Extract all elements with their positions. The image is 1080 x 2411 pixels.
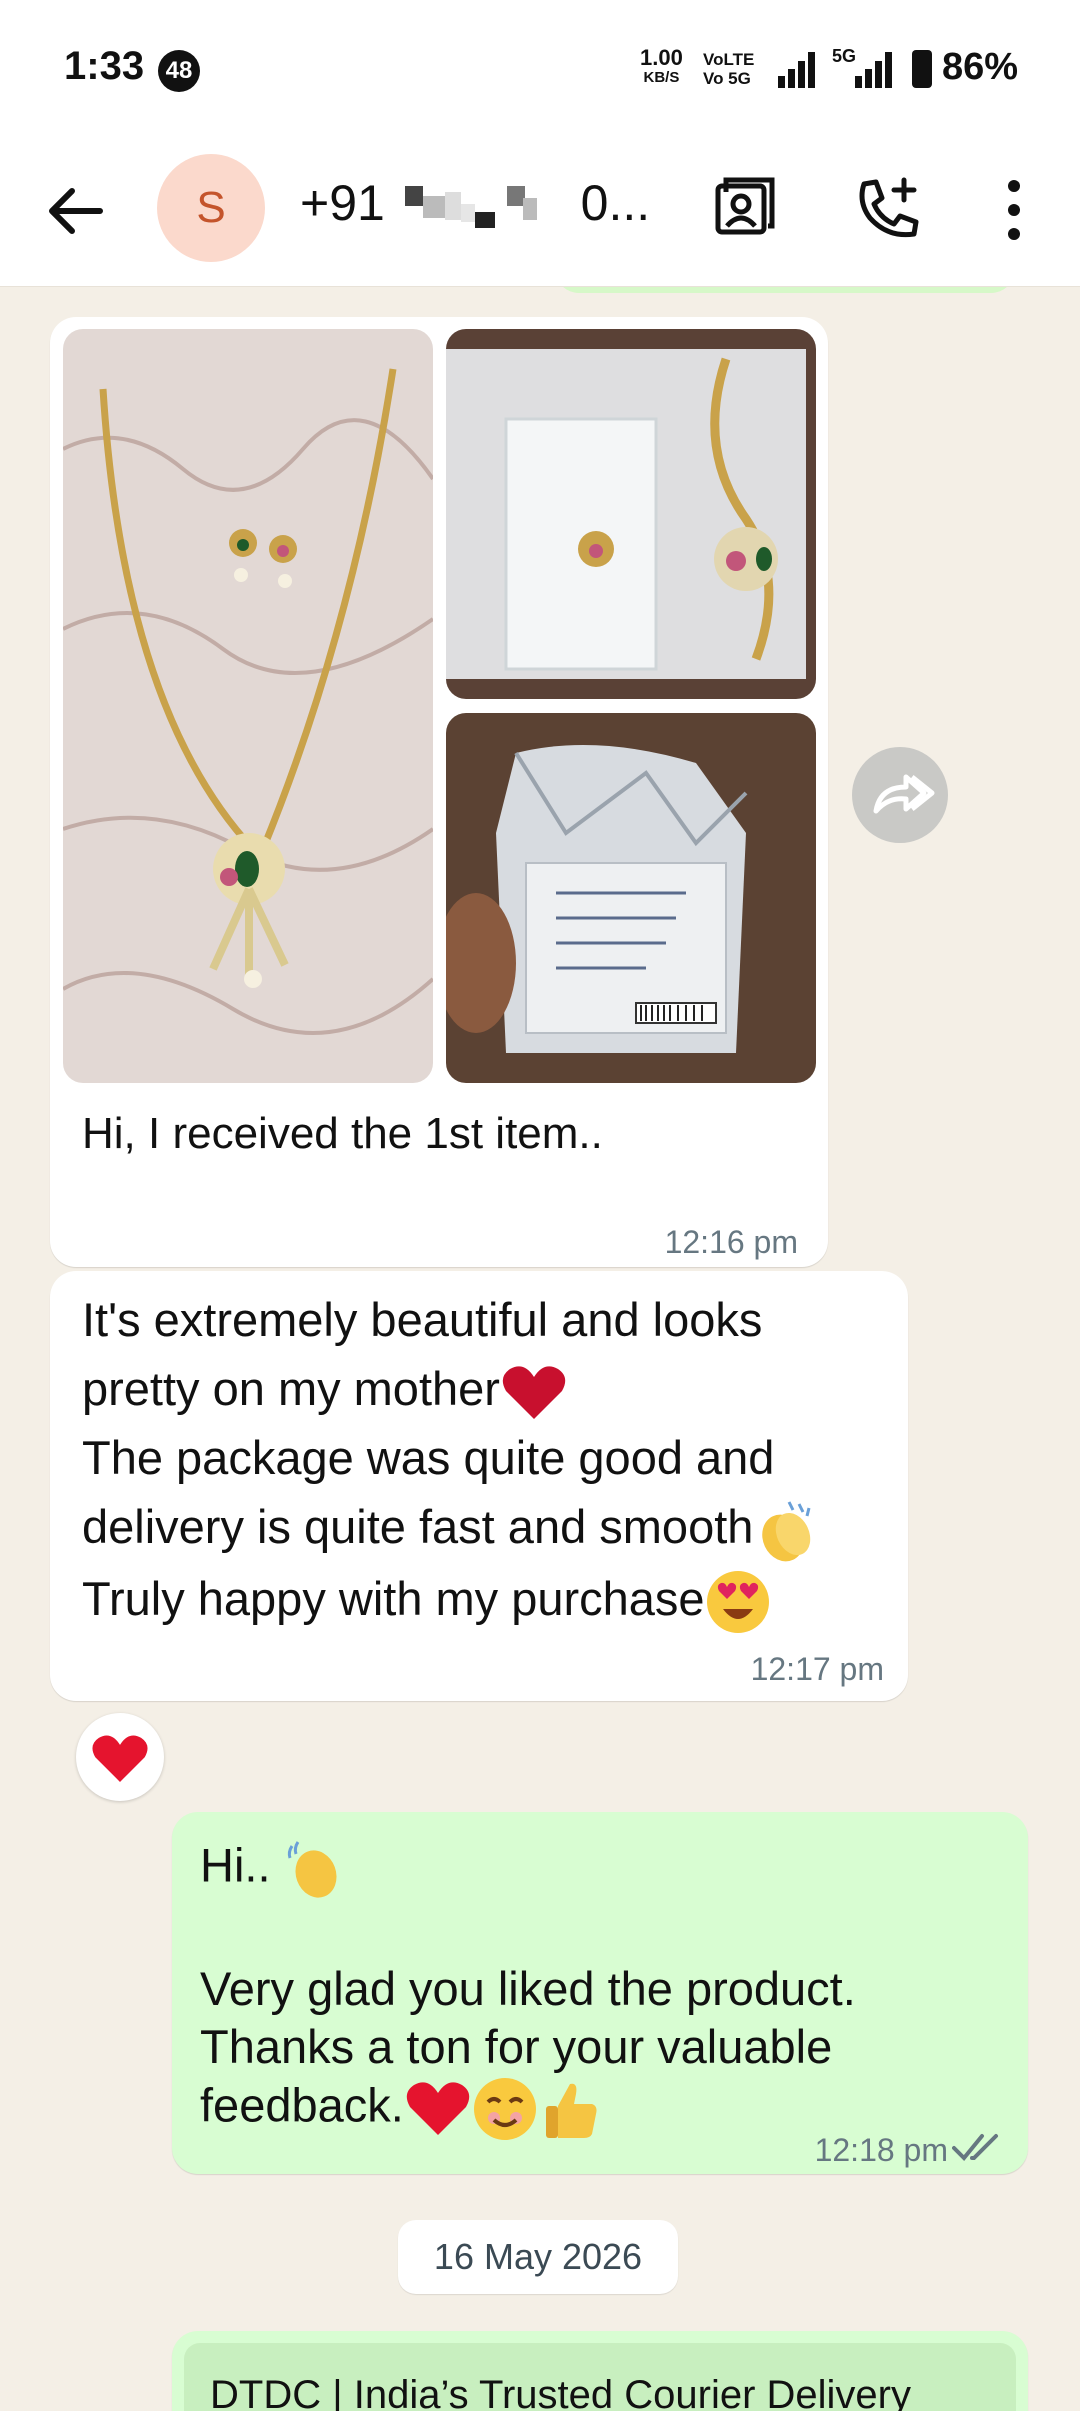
status-bar: 1:33 48 1.00 KB/S VoLTE Vo 5G 5G 86% bbox=[0, 0, 1080, 140]
clapping-hands-icon bbox=[762, 1500, 811, 1561]
message-line: Hi.. bbox=[200, 1838, 271, 1892]
more-vertical-icon[interactable] bbox=[974, 170, 1054, 250]
volte-line2: Vo 5G bbox=[703, 69, 751, 88]
message-line: pretty on my mother bbox=[82, 1362, 500, 1415]
signal-strength-2-icon bbox=[855, 52, 892, 88]
net-speed-indicator: 1.00 KB/S bbox=[640, 45, 683, 88]
forward-button[interactable] bbox=[852, 747, 948, 843]
net-speed-unit: KB/S bbox=[643, 69, 680, 86]
thumbs-up-icon bbox=[545, 2083, 597, 2138]
chat-area[interactable]: Hi, I received the 1st item.. 12:16 pm I… bbox=[0, 287, 1080, 2411]
image-album-message[interactable]: Hi, I received the 1st item.. 12:16 pm bbox=[50, 317, 828, 1267]
photo-necklace[interactable] bbox=[63, 329, 433, 1083]
status-time: 1:33 bbox=[64, 44, 145, 88]
message-reaction[interactable] bbox=[76, 1713, 164, 1801]
message-line: The package was quite good and bbox=[82, 1431, 775, 1484]
message-timestamp: 12:18 pm bbox=[814, 2132, 948, 2168]
contact-card-icon[interactable] bbox=[704, 170, 784, 250]
message-line: It's extremely beautiful and looks bbox=[82, 1293, 763, 1346]
volte-indicator: VoLTE Vo 5G bbox=[703, 50, 754, 88]
message-timestamp: 12:16 pm bbox=[664, 1224, 798, 1260]
message-text: It's extremely beautiful and looks prett… bbox=[82, 1285, 819, 1635]
message-line: delivery is quite fast and smooth bbox=[82, 1500, 754, 1553]
double-check-icon bbox=[952, 2134, 998, 2161]
red-heart-icon bbox=[502, 1365, 566, 1419]
notification-count-badge: 48 bbox=[158, 50, 200, 92]
volte-line1: VoLTE bbox=[703, 50, 755, 69]
reply-message[interactable]: Hi.. Very glad you liked the product. Th… bbox=[172, 1812, 1028, 2174]
contact-prefix: +91 bbox=[300, 175, 385, 231]
phone-plus-icon[interactable] bbox=[848, 170, 928, 250]
signal-strength-icon bbox=[778, 52, 815, 88]
arrow-left-icon[interactable] bbox=[40, 176, 110, 246]
redacted-number-icon bbox=[404, 185, 537, 228]
forward-icon bbox=[873, 774, 935, 814]
heart-eyes-emoji-icon bbox=[706, 1571, 769, 1634]
message-line bbox=[200, 1902, 856, 1960]
message-timestamp: 12:17 pm bbox=[750, 1651, 884, 1687]
message-line: Thanks a ton for your valuable bbox=[200, 2020, 833, 2073]
battery-level: 86% bbox=[942, 46, 1019, 88]
battery-icon bbox=[912, 50, 932, 88]
contact-name[interactable]: +91 0... bbox=[300, 174, 650, 232]
waving-hand-icon bbox=[287, 1841, 337, 1898]
feedback-message[interactable]: It's extremely beautiful and looks prett… bbox=[50, 1271, 908, 1701]
smiling-face-icon bbox=[473, 2078, 536, 2140]
link-preview-card[interactable]: DTDC | India’s Trusted Courier Delivery bbox=[184, 2343, 1016, 2411]
message-line: Very glad you liked the product. bbox=[200, 1962, 856, 2015]
network-type-label: 5G bbox=[832, 46, 857, 66]
message-line: feedback. bbox=[200, 2078, 404, 2132]
net-speed-value: 1.00 bbox=[640, 45, 683, 70]
photo-courier-package[interactable] bbox=[446, 713, 816, 1083]
red-heart-icon bbox=[406, 2082, 470, 2135]
message-text: Hi.. Very glad you liked the product. Th… bbox=[200, 1836, 856, 2142]
chat-header: S +91 0... bbox=[0, 140, 1080, 287]
message-line: Truly happy with my purchase bbox=[82, 1571, 705, 1625]
photo-packed-jewelry[interactable] bbox=[446, 329, 816, 699]
previous-message-bubble bbox=[555, 287, 1015, 293]
date-separator: 16 May 2026 bbox=[398, 2220, 678, 2294]
contact-suffix: 0... bbox=[580, 175, 651, 231]
red-heart-icon bbox=[92, 1735, 148, 1782]
link-title: DTDC | India’s Trusted Courier Delivery bbox=[210, 2373, 911, 2411]
avatar[interactable]: S bbox=[157, 154, 265, 262]
link-preview-message[interactable]: DTDC | India’s Trusted Courier Delivery bbox=[172, 2331, 1028, 2411]
album-caption: Hi, I received the 1st item.. bbox=[82, 1109, 603, 1158]
